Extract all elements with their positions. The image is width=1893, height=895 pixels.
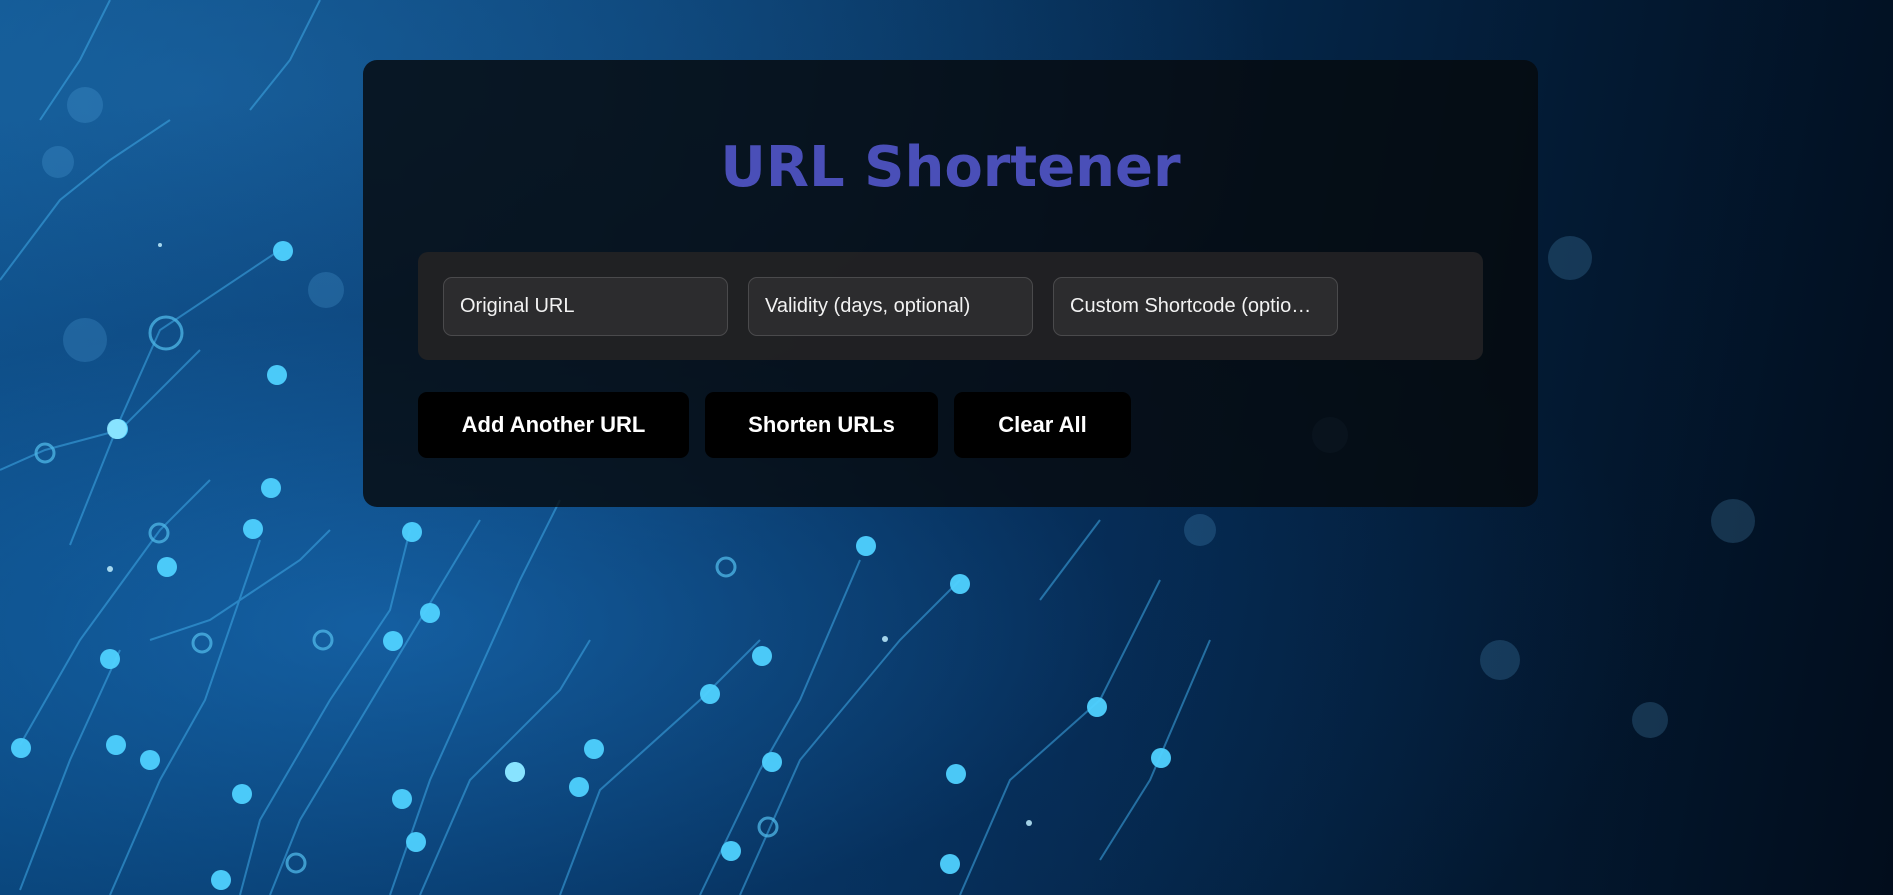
url-entry-row bbox=[418, 252, 1483, 360]
shortener-card: URL Shortener Add Another URL Shorten UR… bbox=[363, 60, 1538, 507]
validity-days-input[interactable] bbox=[748, 277, 1033, 336]
custom-shortcode-input[interactable] bbox=[1053, 277, 1338, 336]
clear-all-button[interactable]: Clear All bbox=[954, 392, 1131, 458]
original-url-input[interactable] bbox=[443, 277, 728, 336]
add-another-url-button[interactable]: Add Another URL bbox=[418, 392, 689, 458]
shorten-urls-button[interactable]: Shorten URLs bbox=[705, 392, 938, 458]
page-title: URL Shortener bbox=[720, 135, 1181, 200]
